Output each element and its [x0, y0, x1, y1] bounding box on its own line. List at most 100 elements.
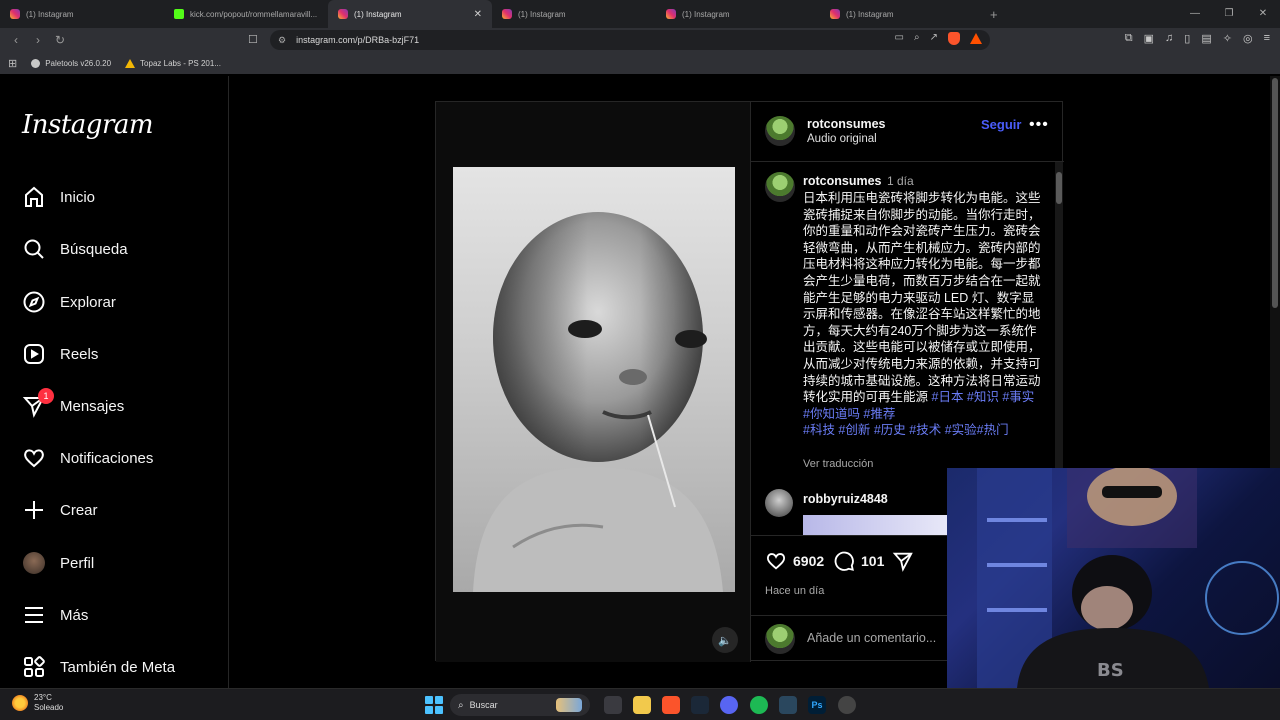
- close-tab-icon[interactable]: ✕: [474, 9, 482, 20]
- close-window-icon[interactable]: ✕: [1246, 0, 1280, 28]
- url-field[interactable]: ⚙ instagram.com/p/DRBa-bzjF71 ▭ ⌕ ↗: [270, 30, 990, 50]
- sidebar-item-label: Mensajes: [60, 397, 125, 415]
- extensions-icon[interactable]: ⧉: [1125, 32, 1133, 45]
- comment-button[interactable]: 101: [833, 550, 884, 572]
- sidebar-item-mas[interactable]: Más: [22, 602, 88, 628]
- forward-icon[interactable]: ›: [32, 33, 44, 47]
- hashtags[interactable]: #科技 #创新 #历史 #技术 #实验#热门: [803, 423, 1009, 437]
- scrollbar-thumb[interactable]: [1272, 78, 1278, 308]
- likes-count: 6902: [793, 553, 825, 569]
- browser-tab[interactable]: (1) Instagram: [656, 0, 820, 28]
- reel-video[interactable]: [453, 167, 735, 592]
- instagram-favicon-icon: [338, 9, 348, 19]
- mute-toggle-button[interactable]: 🔈: [712, 627, 738, 653]
- apps-icon[interactable]: ⊞: [8, 57, 17, 70]
- sidebar-item-label: Más: [60, 606, 89, 624]
- vpn-icon[interactable]: ◎: [1243, 32, 1253, 45]
- new-tab-icon[interactable]: +: [990, 7, 998, 22]
- sidebar-item-reels[interactable]: Reels: [22, 341, 98, 367]
- sidebar-item-inicio[interactable]: Inicio: [22, 184, 95, 210]
- webcam-scene: BS: [977, 468, 1279, 688]
- scrollbar-thumb[interactable]: [1056, 172, 1062, 204]
- svg-text:BS: BS: [1097, 660, 1124, 681]
- like-button[interactable]: 6902: [765, 550, 824, 572]
- sidebar-item-perfil[interactable]: Perfil: [22, 550, 94, 576]
- weather-widget[interactable]: 23°C Soleado: [12, 693, 63, 713]
- sidebar-item-notificaciones[interactable]: Notificaciones: [22, 445, 153, 471]
- instagram-sidebar: Instagram Inicio Búsqueda Explorar Reels…: [0, 76, 229, 688]
- follow-button[interactable]: Seguir: [981, 117, 1021, 132]
- share-icon[interactable]: ↗: [930, 32, 938, 45]
- more-options-icon[interactable]: •••: [1029, 116, 1049, 134]
- reload-icon[interactable]: ↻: [54, 33, 66, 47]
- sidebar-item-label: Perfil: [60, 554, 95, 572]
- tab-title: (1) Instagram: [518, 9, 566, 19]
- author-username[interactable]: rotconsumes: [807, 117, 886, 131]
- heart-icon: [22, 446, 46, 470]
- sidebar-item-crear[interactable]: Crear: [22, 497, 98, 523]
- sidebar-item-busqueda[interactable]: Búsqueda: [22, 236, 128, 262]
- author-avatar[interactable]: [765, 116, 795, 146]
- see-translation-link[interactable]: Ver traducción: [803, 458, 873, 470]
- instagram-logo[interactable]: Instagram: [22, 110, 154, 140]
- sidebar-item-explorar[interactable]: Explorar: [22, 289, 116, 315]
- post-media[interactable]: 🔈: [436, 102, 750, 662]
- browser-tab[interactable]: (1) Instagram: [820, 0, 984, 28]
- photoshop-icon[interactable]: Ps: [808, 696, 826, 714]
- sidebar-item-tambien-de-meta[interactable]: También de Meta: [22, 654, 175, 680]
- browser-tab[interactable]: (1) Instagram: [492, 0, 656, 28]
- bookmark-item[interactable]: Topaz Labs - PS 201...: [125, 58, 221, 68]
- comment-image: [803, 515, 948, 535]
- leo-icon[interactable]: ✧: [1223, 32, 1232, 45]
- sidebar-item-label: Explorar: [60, 293, 116, 311]
- zoom-icon[interactable]: ⌕: [914, 32, 920, 45]
- share-button[interactable]: [892, 550, 920, 572]
- caption-timestamp[interactable]: 1 día: [887, 174, 914, 188]
- screenshot-icon[interactable]: ▣: [1144, 32, 1154, 45]
- menu-icon: [22, 603, 46, 627]
- task-view-icon[interactable]: [604, 696, 622, 714]
- bookmark-icon[interactable]: ☐: [248, 33, 258, 46]
- audio-label[interactable]: Audio original: [807, 133, 877, 145]
- tab-title: (1) Instagram: [846, 9, 894, 19]
- menu-icon[interactable]: ≡: [1264, 32, 1270, 45]
- wallet-icon[interactable]: ▤: [1201, 32, 1211, 45]
- speaker-icon: 🔈: [718, 634, 732, 647]
- discord-icon[interactable]: [720, 696, 738, 714]
- taskbar-search[interactable]: ⌕ Buscar: [450, 694, 590, 716]
- site-settings-icon[interactable]: ⚙: [278, 35, 286, 46]
- browser-tab-active[interactable]: (1) Instagram ✕: [328, 0, 492, 28]
- send-icon: [892, 552, 913, 572]
- back-icon[interactable]: ‹: [10, 33, 22, 47]
- post-timestamp[interactable]: Hace un día: [765, 585, 824, 597]
- start-button[interactable]: [425, 696, 443, 714]
- music-icon[interactable]: ♫: [1165, 32, 1173, 45]
- author-avatar[interactable]: [765, 172, 795, 202]
- avatar: [23, 552, 45, 574]
- cast-icon[interactable]: ▭: [895, 32, 904, 45]
- steam-alt-icon[interactable]: [779, 696, 797, 714]
- search-icon: [22, 237, 46, 261]
- minimize-icon[interactable]: —: [1178, 0, 1212, 28]
- file-explorer-icon[interactable]: [633, 696, 651, 714]
- bookmark-item[interactable]: Paletools v26.0.20: [31, 58, 111, 68]
- browser-tab[interactable]: kick.com/popout/rommellamaravill...: [164, 0, 328, 28]
- brave-browser-icon[interactable]: [662, 696, 680, 714]
- browser-tab[interactable]: (1) Instagram: [0, 0, 164, 28]
- sidebar-icon[interactable]: ▯: [1184, 32, 1190, 45]
- brave-shields-icon[interactable]: [948, 32, 960, 45]
- spotify-icon[interactable]: [750, 696, 768, 714]
- post-header: rotconsumes Audio original Seguir •••: [751, 102, 1064, 162]
- steam-icon[interactable]: [691, 696, 709, 714]
- tab-title: kick.com/popout/rommellamaravill...: [190, 9, 318, 19]
- sidebar-item-mensajes[interactable]: 1 Mensajes: [22, 388, 125, 419]
- brave-rewards-icon[interactable]: [970, 33, 982, 44]
- commenter-avatar[interactable]: [765, 489, 793, 517]
- caption-text: 日本利用压电瓷砖将脚步转化为电能。这些瓷砖捕捉来自你脚步的动能。当你行走时，你的…: [803, 191, 1041, 405]
- sidebar-item-label: Crear: [60, 501, 98, 519]
- obs-icon[interactable]: [838, 696, 856, 714]
- comment-username[interactable]: robbyruiz4848: [803, 492, 888, 506]
- maximize-icon[interactable]: ❐: [1212, 0, 1246, 28]
- caption-username[interactable]: rotconsumes: [803, 174, 882, 188]
- tab-title: (1) Instagram: [354, 9, 402, 19]
